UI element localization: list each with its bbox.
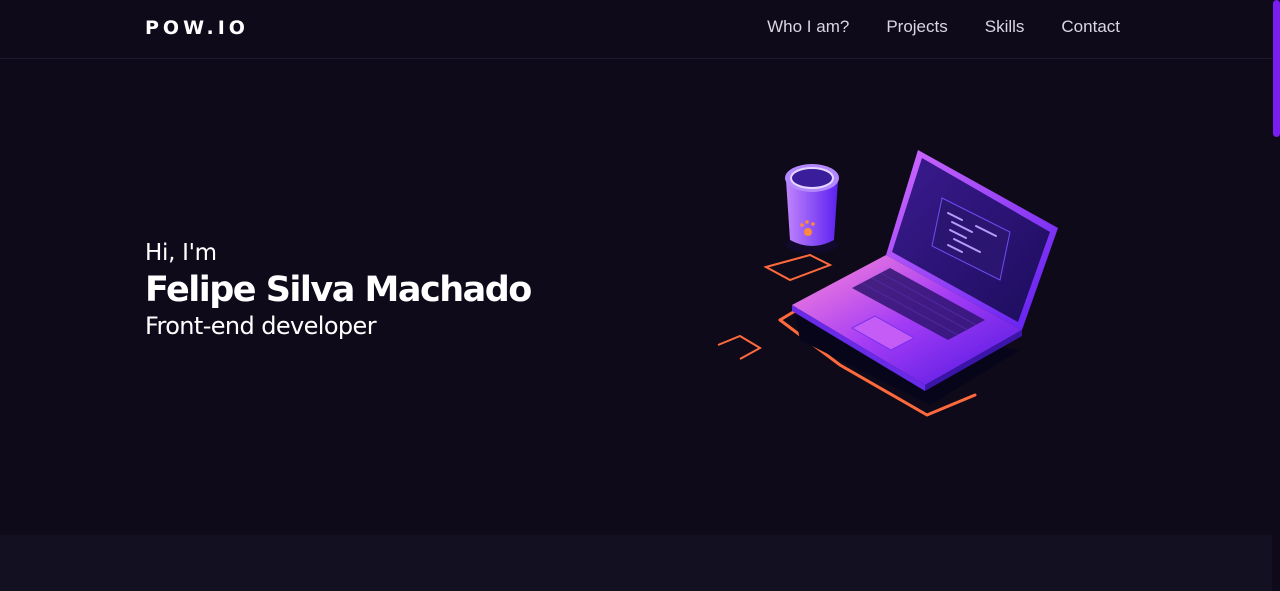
next-section-preview bbox=[0, 535, 1272, 591]
nav-link-skills[interactable]: Skills bbox=[985, 17, 1025, 37]
nav-link-contact[interactable]: Contact bbox=[1061, 17, 1120, 37]
laptop-coffee-illustration bbox=[700, 140, 1080, 440]
scrollbar-thumb[interactable] bbox=[1273, 0, 1280, 137]
nav-link-who-i-am[interactable]: Who I am? bbox=[767, 17, 849, 37]
page: POW.IO Who I am? Projects Skills Contact… bbox=[0, 0, 1280, 591]
laptop-coffee-svg bbox=[717, 150, 1058, 417]
hero-intro: Hi, I'm Felipe Silva Machado Front-end d… bbox=[145, 240, 532, 340]
main-nav: Who I am? Projects Skills Contact bbox=[767, 17, 1120, 37]
page-scrollbar[interactable] bbox=[1272, 0, 1280, 591]
nav-link-projects[interactable]: Projects bbox=[886, 17, 947, 37]
site-logo[interactable]: POW.IO bbox=[145, 17, 249, 39]
top-navbar: POW.IO Who I am? Projects Skills Contact bbox=[0, 0, 1272, 59]
hero-greeting: Hi, I'm bbox=[145, 240, 217, 266]
hero-name: Felipe Silva Machado bbox=[145, 270, 532, 310]
hero-role: Front-end developer bbox=[145, 312, 377, 340]
